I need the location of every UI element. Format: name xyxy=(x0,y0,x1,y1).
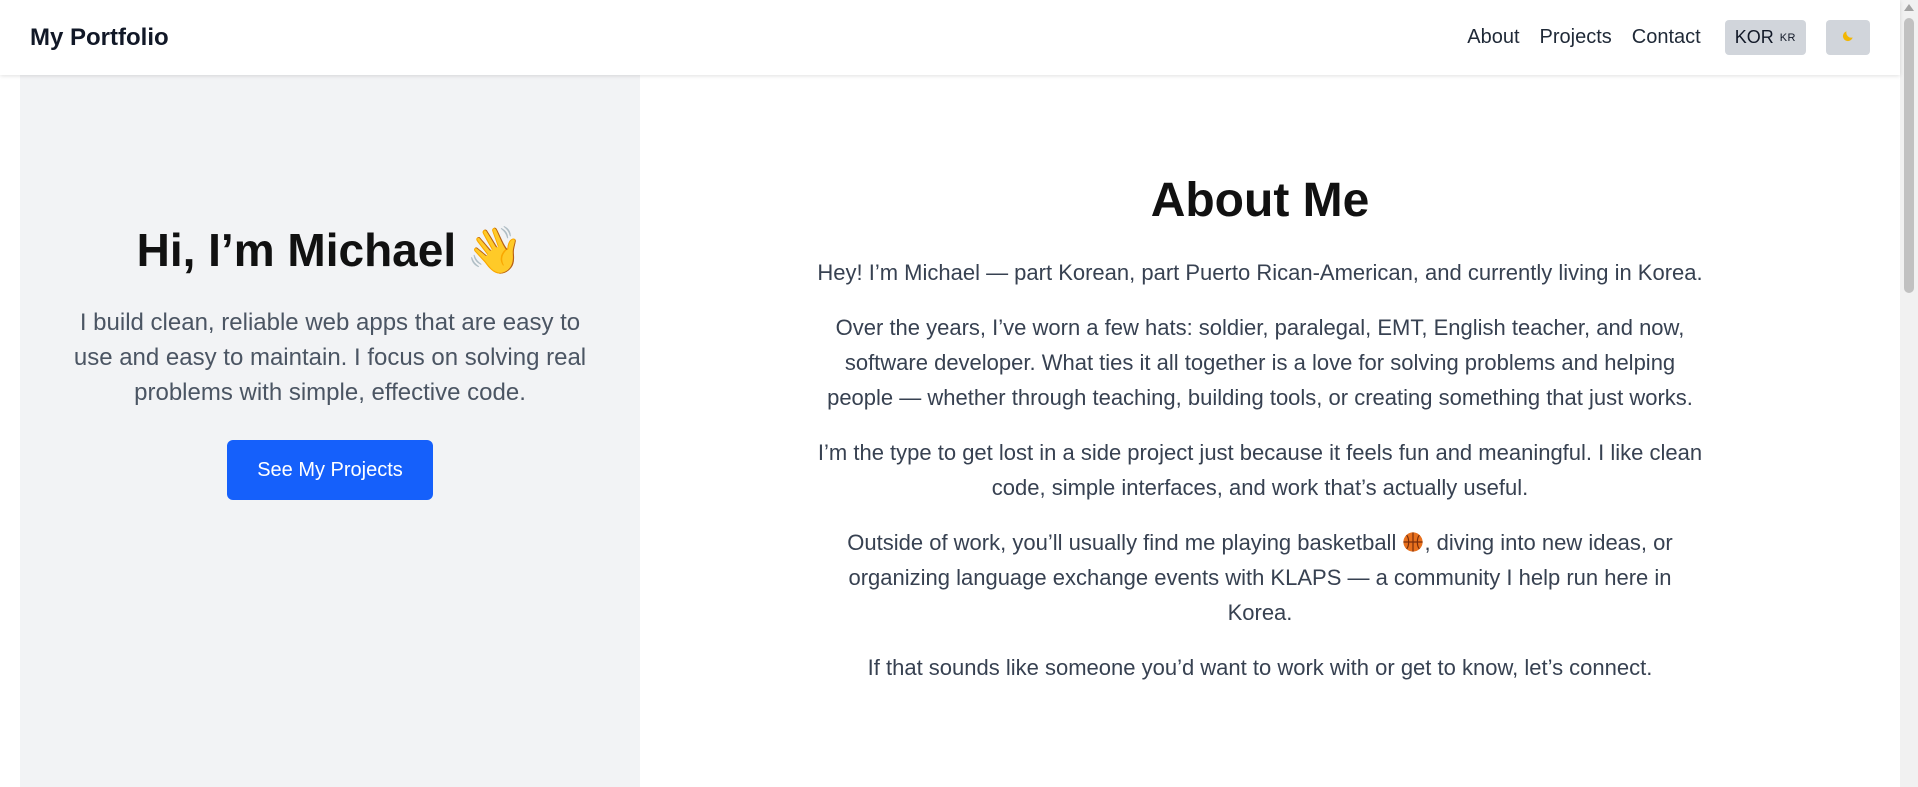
nav-link-projects[interactable]: Projects xyxy=(1540,26,1612,49)
nav-link-contact[interactable]: Contact xyxy=(1632,26,1701,49)
nav-link-about[interactable]: About xyxy=(1467,26,1519,49)
about-paragraph-4: Outside of work, you’ll usually find me … xyxy=(815,525,1705,630)
about-title: About Me xyxy=(1150,174,1370,227)
waving-hand-icon: 👋 xyxy=(466,224,524,276)
moon-icon xyxy=(1841,29,1855,46)
kr-flag-icon: KR xyxy=(1779,31,1796,44)
hero-title-text: Hi, I’m Michael xyxy=(136,224,457,276)
about-paragraph-1: Hey! I’m Michael — part Korean, part Pue… xyxy=(817,260,1703,285)
basketball-icon xyxy=(1402,530,1424,555)
about-paragraph-5: If that sounds like someone you’d want t… xyxy=(867,655,1653,680)
theme-toggle-button[interactable] xyxy=(1826,20,1870,55)
about-paragraph-2: Over the years, I’ve worn a few hats: so… xyxy=(827,315,1693,410)
hero-subtitle: I build clean, reliable web apps that ar… xyxy=(73,309,587,406)
scrollbar-thumb[interactable] xyxy=(1904,18,1914,293)
language-label: KOR xyxy=(1734,27,1774,47)
scroll-up-arrow-icon[interactable] xyxy=(1904,4,1914,11)
page-scrollbar[interactable] xyxy=(1900,0,1918,787)
about-body: Hey! I’m Michael — part Korean, part Pue… xyxy=(815,255,1705,705)
top-navbar: My Portfolio About Projects Contact KOR … xyxy=(0,0,1900,75)
see-projects-button[interactable]: See My Projects xyxy=(227,440,433,500)
hero-title: Hi, I’m Michael 👋 xyxy=(20,223,640,278)
about-paragraph-4-start: Outside of work, you’ll usually find me … xyxy=(847,530,1403,555)
hero-section: Hi, I’m Michael 👋 I build clean, reliable… xyxy=(20,75,640,787)
about-section: About Me Hey! I’m Michael — part Korean,… xyxy=(640,75,1900,787)
about-paragraph-3: I’m the type to get lost in a side proje… xyxy=(817,440,1703,500)
brand-logo[interactable]: My Portfolio xyxy=(30,24,169,52)
nav-links: About Projects Contact KOR KR xyxy=(1467,20,1870,55)
language-toggle-button[interactable]: KOR KR xyxy=(1724,20,1806,55)
